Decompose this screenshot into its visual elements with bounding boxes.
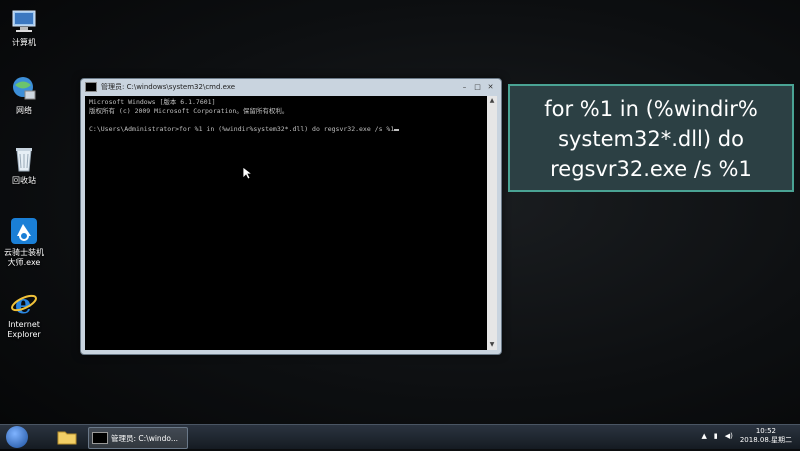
- console-output[interactable]: Microsoft Windows [版本 6.1.7601] 版权所有 (c)…: [85, 96, 487, 350]
- close-button[interactable]: ✕: [484, 83, 497, 92]
- folder-icon: [57, 431, 77, 445]
- callout-line: regsvr32.exe /s %1: [550, 157, 752, 181]
- clock-date: 2018.08.星期二: [739, 436, 792, 444]
- clock[interactable]: 10:52 2018.08.星期二: [740, 427, 792, 445]
- text-cursor: [394, 129, 400, 131]
- cmd-title-text: 管理员: C:\windows\system32\cmd.exe: [101, 83, 236, 91]
- console-line: Microsoft Windows [版本 6.1.7601]: [89, 98, 216, 106]
- desktop-icon-label: 云骑士装机 大师.exe: [4, 248, 44, 267]
- desktop-icon-label: Internet Explorer: [7, 320, 41, 339]
- cmd-titlebar[interactable]: 管理员: C:\windows\system32\cmd.exe – □ ✕: [81, 79, 501, 95]
- svg-text:e: e: [15, 290, 32, 318]
- clock-time: 10:52: [755, 427, 776, 435]
- installer-icon: [9, 216, 39, 246]
- desktop-icon-installer[interactable]: 云骑士装机 大师.exe: [0, 216, 48, 268]
- ie-icon: e: [9, 288, 39, 320]
- taskbar: 管理员: C:\windo... ▲ ▮ ◀) 10:52 2018.08.星期…: [0, 424, 800, 449]
- callout-line: for %1 in (%windir%: [544, 97, 758, 121]
- callout-line: system32*.dll) do: [558, 127, 744, 151]
- computer-icon: [9, 6, 39, 36]
- console-command: C:\Users\Administrator>for %1 in (%windi…: [89, 125, 395, 133]
- tray-up-arrow-icon[interactable]: ▲: [701, 432, 706, 440]
- cmd-window[interactable]: 管理员: C:\windows\system32\cmd.exe – □ ✕ M…: [80, 78, 502, 355]
- desktop-icon-label: 网络: [16, 106, 32, 115]
- scroll-down-arrow-icon[interactable]: ▼: [487, 340, 497, 350]
- command-callout: for %1 in (%windir% system32*.dll) do re…: [508, 84, 794, 192]
- taskbar-cmd-label: 管理员: C:\windo...: [111, 433, 179, 443]
- minimize-button[interactable]: –: [458, 83, 471, 92]
- desktop-icon-network[interactable]: 网络: [0, 74, 48, 116]
- taskbar-explorer-button[interactable]: [56, 427, 78, 447]
- console-line: 版权所有 (c) 2009 Microsoft Corporation。保留所有…: [89, 107, 289, 115]
- cmd-icon: [92, 432, 108, 444]
- maximize-button[interactable]: □: [471, 83, 484, 92]
- cmd-icon: [85, 82, 97, 92]
- recycle-bin-icon: [9, 144, 39, 174]
- start-button[interactable]: [6, 426, 28, 448]
- desktop-icon-label: 回收站: [12, 176, 36, 185]
- network-tray-icon[interactable]: ▮: [714, 432, 718, 440]
- console-prompt-line: C:\Users\Administrator>for %1 in (%windi…: [89, 125, 483, 134]
- scroll-up-arrow-icon[interactable]: ▲: [487, 96, 497, 106]
- window-controls: – □ ✕: [458, 83, 497, 92]
- desktop-icon-recycle-bin[interactable]: 回收站: [0, 144, 48, 186]
- mouse-pointer-icon: [242, 166, 252, 180]
- desktop-icon-computer[interactable]: 计算机: [0, 6, 48, 48]
- volume-icon[interactable]: ◀): [725, 432, 733, 440]
- desktop-icon-label: 计算机: [12, 38, 36, 47]
- network-icon: [9, 74, 39, 104]
- taskbar-cmd-button[interactable]: 管理员: C:\windo...: [88, 427, 188, 449]
- desktop-icon-ie[interactable]: e Internet Explorer: [0, 288, 48, 340]
- vertical-scrollbar[interactable]: ▲ ▼: [487, 96, 497, 350]
- system-tray: ▲ ▮ ◀) 10:52 2018.08.星期二: [701, 427, 792, 445]
